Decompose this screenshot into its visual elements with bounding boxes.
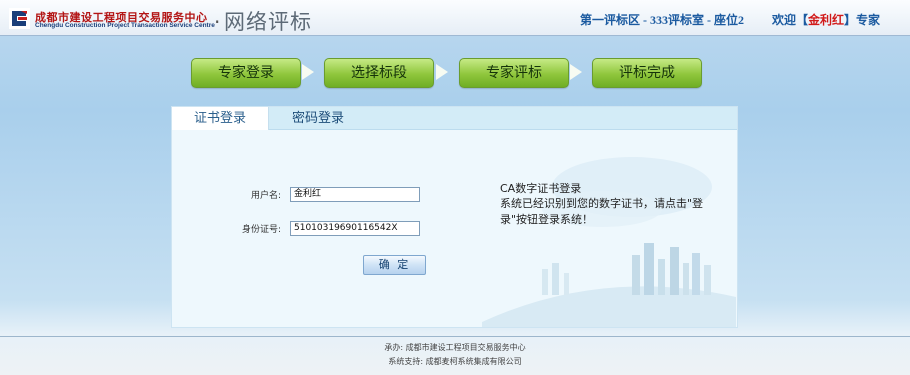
title-separator: . <box>214 4 221 28</box>
id-number-label: 身份证号: <box>241 225 281 235</box>
system-title: 网络评标 <box>224 10 312 34</box>
footer-support: 系统支持: 成都麦柯系统集成有限公司 <box>388 357 522 366</box>
user-name: 金利红 <box>808 13 845 27</box>
city-skyline-illustration <box>482 157 736 327</box>
ca-description: 系统已经识别到您的数字证书，请点击"登录"按钮登录系统！ <box>500 197 704 226</box>
step-expert-evaluation: 专家评标 <box>459 58 569 88</box>
id-number-field[interactable]: 51010319690116542X <box>290 221 420 236</box>
login-tabs: 证书登录 密码登录 <box>172 107 737 130</box>
step-expert-login: 专家登录 <box>191 58 301 88</box>
app-header: 成都市建设工程项目交易服务中心 Chengdu Construction Pro… <box>0 0 910 36</box>
step-select-section: 选择标段 <box>324 58 434 88</box>
login-panel: 证书登录 密码登录 用户名: 金利红 身份证号: 510103196901165… <box>171 106 738 328</box>
welcome-suffix: 】专家 <box>844 13 881 27</box>
logo-icon <box>9 8 30 29</box>
footer-divider <box>0 336 910 337</box>
session-info: 第一评标区 - 333评标室 - 座位2 <box>580 13 744 27</box>
welcome-text: 欢迎【金利红】专家 <box>772 11 880 28</box>
ca-title: CA数字证书登录 <box>500 182 582 195</box>
username-label: 用户名: <box>250 191 281 201</box>
username-field[interactable]: 金利红 <box>290 187 420 202</box>
step-arrow-icon <box>302 64 314 80</box>
org-name-en: Chengdu Construction Project Transaction… <box>35 22 215 29</box>
step-arrow-icon <box>570 64 582 80</box>
step-evaluation-complete: 评标完成 <box>592 58 702 88</box>
tab-password-login[interactable]: 密码登录 <box>268 107 368 130</box>
welcome-prefix: 欢迎【 <box>772 13 809 27</box>
step-arrow-icon <box>436 64 448 80</box>
tab-certificate-login[interactable]: 证书登录 <box>172 107 269 130</box>
footer-organizer: 承办: 成都市建设工程项目交易服务中心 <box>384 343 526 352</box>
confirm-button[interactable]: 确 定 <box>363 255 426 275</box>
